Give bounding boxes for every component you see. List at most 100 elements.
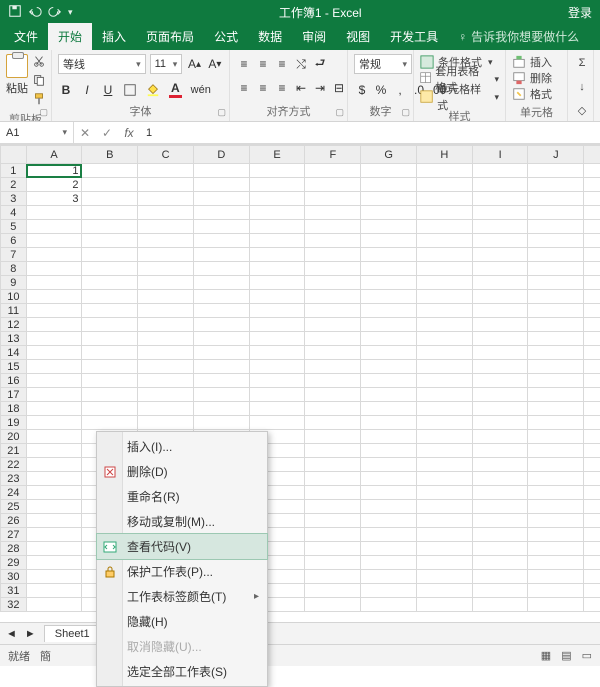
cell[interactable] [528,542,584,556]
cell[interactable] [82,332,138,346]
cell[interactable] [193,234,249,248]
cell[interactable] [584,500,600,514]
cell[interactable] [528,444,584,458]
cell[interactable] [361,332,417,346]
cell[interactable] [82,178,138,192]
cell[interactable] [584,206,600,220]
cell[interactable] [361,206,417,220]
cell[interactable] [584,598,600,612]
cell[interactable] [472,234,528,248]
cell[interactable] [82,248,138,262]
increase-font-icon[interactable]: A▴ [186,54,202,74]
row-header[interactable]: 4 [1,206,27,220]
font-size-combo[interactable]: 11▾ [150,54,183,74]
view-page-break-icon[interactable]: ▭ [582,649,592,662]
row-header[interactable]: 8 [1,262,27,276]
cell[interactable] [416,290,472,304]
cell[interactable] [528,402,584,416]
cell[interactable] [193,178,249,192]
cell[interactable]: 1 [26,164,82,178]
decrease-font-icon[interactable]: A▾ [207,54,223,74]
cell[interactable] [26,444,82,458]
cell[interactable] [26,402,82,416]
tell-me[interactable]: ♀ 告诉我你想要做什么 [448,23,589,50]
cell[interactable] [82,164,138,178]
cell[interactable] [138,346,194,360]
cell[interactable] [361,178,417,192]
cell[interactable] [472,430,528,444]
cell[interactable] [472,220,528,234]
cell[interactable] [305,570,361,584]
cell[interactable] [528,164,584,178]
sheet-nav-next-icon[interactable]: ► [25,628,36,640]
cell[interactable] [26,556,82,570]
cell[interactable] [472,542,528,556]
cell[interactable] [472,374,528,388]
cell[interactable] [193,304,249,318]
row-header[interactable]: 2 [1,178,27,192]
cell[interactable] [249,388,305,402]
cell[interactable] [361,402,417,416]
cell[interactable] [193,346,249,360]
cell[interactable] [584,570,600,584]
ctx-rename[interactable]: 重命名(R) [97,484,267,509]
cell[interactable] [138,304,194,318]
clipboard-dialog-launcher-icon[interactable]: ▢ [39,107,48,118]
cell[interactable] [472,276,528,290]
cell[interactable] [138,332,194,346]
row-header[interactable]: 25 [1,500,27,514]
cell[interactable] [82,192,138,206]
cell[interactable] [361,290,417,304]
cell[interactable] [584,192,600,206]
cell[interactable] [193,276,249,290]
cell[interactable] [305,360,361,374]
cell[interactable] [138,262,194,276]
cell[interactable] [193,206,249,220]
sheet-tab[interactable]: Sheet1 [44,625,101,642]
cell[interactable] [26,276,82,290]
cell[interactable] [584,234,600,248]
row-header[interactable]: 3 [1,192,27,206]
row-header[interactable]: 31 [1,584,27,598]
cell[interactable] [416,500,472,514]
cell[interactable] [249,402,305,416]
cell[interactable] [584,402,600,416]
cell[interactable] [528,276,584,290]
row-header[interactable]: 7 [1,248,27,262]
cell[interactable] [193,318,249,332]
cell[interactable] [528,584,584,598]
cell[interactable] [138,192,194,206]
cell[interactable] [528,388,584,402]
cell[interactable] [138,416,194,430]
cell[interactable] [472,346,528,360]
cell[interactable] [305,346,361,360]
cell[interactable] [472,178,528,192]
cell[interactable] [528,598,584,612]
cell[interactable] [193,374,249,388]
cell[interactable] [305,584,361,598]
border-icon[interactable] [121,80,139,100]
cell[interactable] [82,416,138,430]
cell[interactable] [361,500,417,514]
col-header[interactable]: G [361,146,417,164]
cell[interactable] [528,248,584,262]
cell[interactable] [138,402,194,416]
worksheet-grid[interactable]: ABCDEFGHIJK11223345678910111213141516171… [0,144,600,622]
cell[interactable] [249,304,305,318]
cell[interactable] [361,542,417,556]
row-header[interactable]: 1 [1,164,27,178]
row-header[interactable]: 12 [1,318,27,332]
cell[interactable] [472,318,528,332]
cell[interactable] [249,346,305,360]
comma-icon[interactable]: , [392,80,408,100]
cell[interactable] [305,542,361,556]
cell[interactable] [584,528,600,542]
row-header[interactable]: 6 [1,234,27,248]
cell[interactable] [193,192,249,206]
cell[interactable] [528,416,584,430]
cell[interactable] [138,178,194,192]
align-right-icon[interactable]: ≡ [274,78,290,98]
cell[interactable] [26,262,82,276]
cell[interactable] [472,262,528,276]
qat-dropdown-icon[interactable]: ▾ [68,7,73,18]
